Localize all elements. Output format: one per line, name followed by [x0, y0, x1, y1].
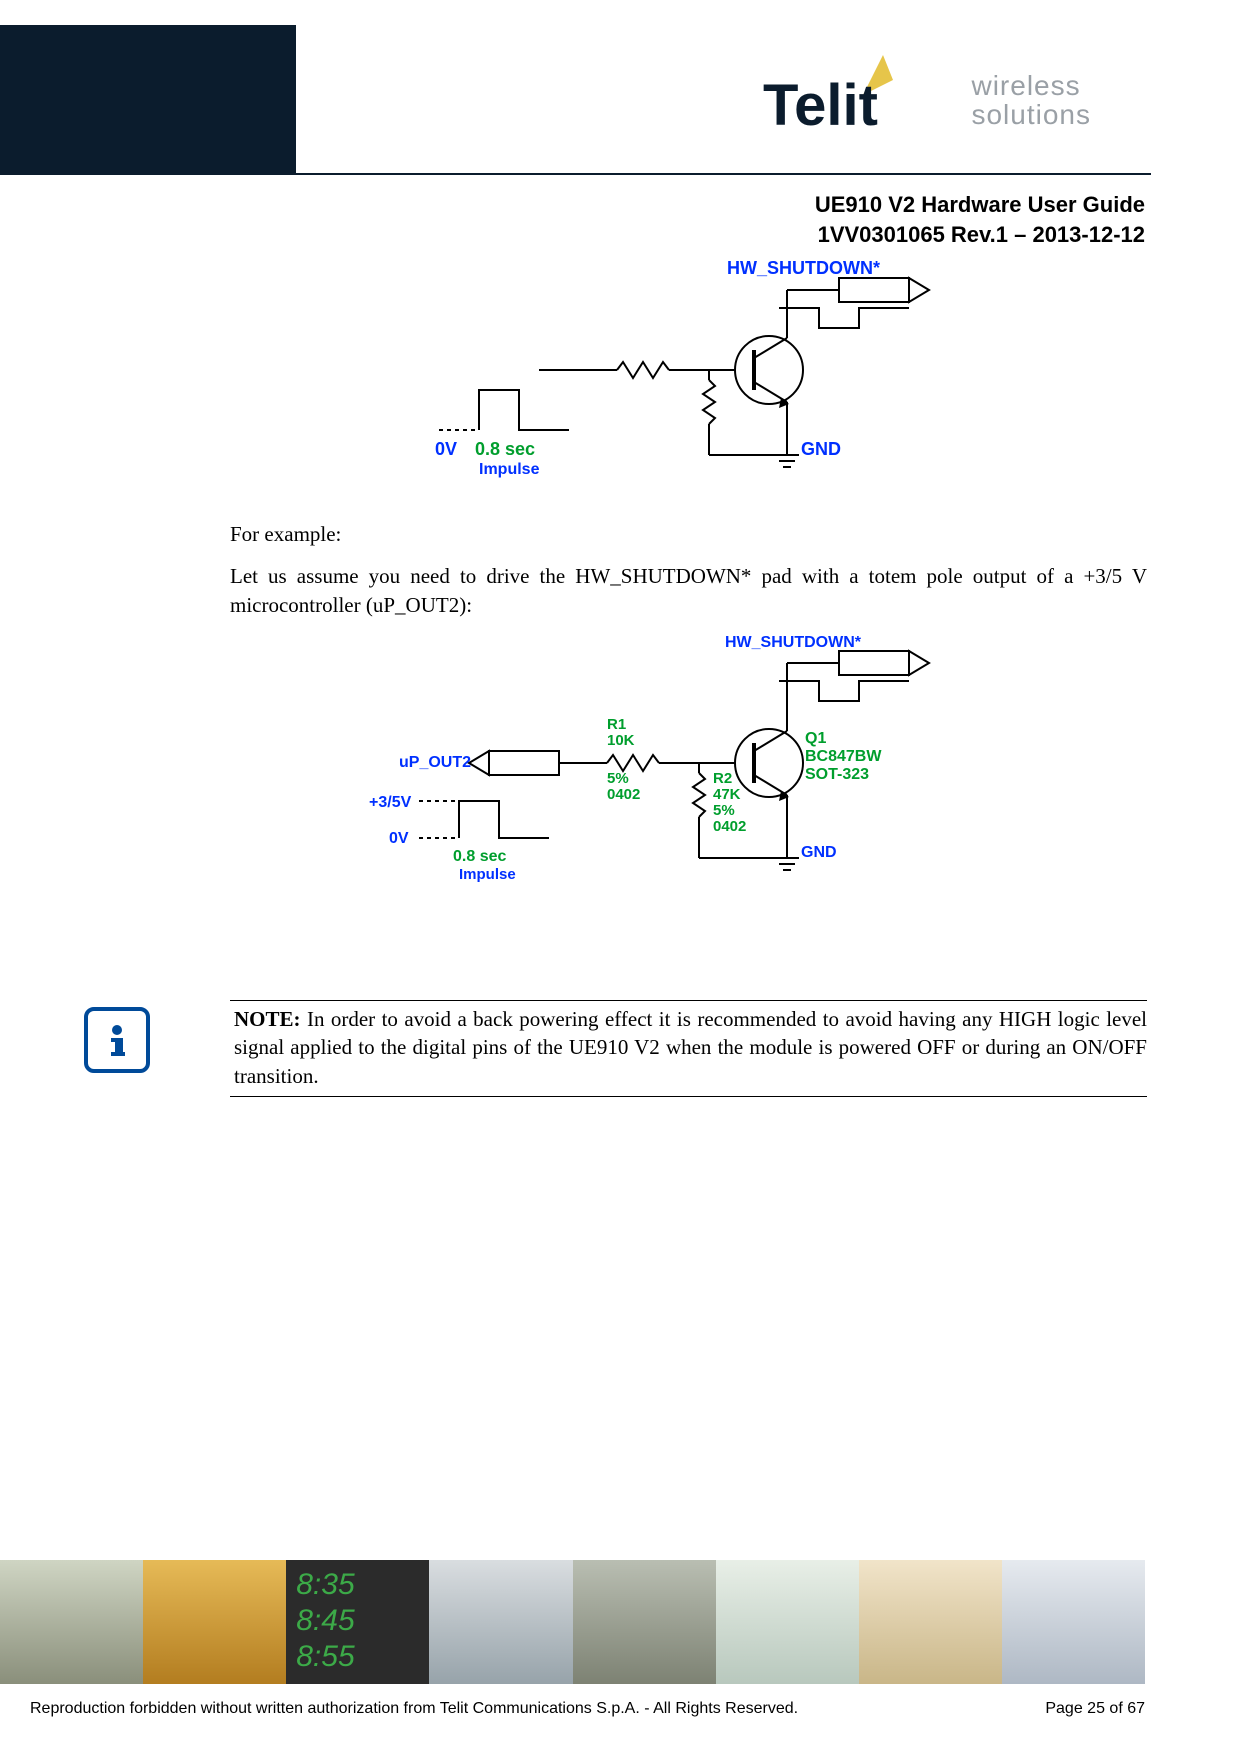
note-text: NOTE: In order to avoid a back powering …	[234, 1001, 1147, 1090]
footer-tile	[859, 1560, 1002, 1684]
d2-r1-val: 10K	[607, 732, 635, 749]
d2-q1-part: BC847BW	[805, 748, 882, 765]
doc-title-line1: UE910 V2 Hardware User Guide	[815, 190, 1145, 220]
d2-q1-pkg: SOT-323	[805, 766, 869, 783]
d2-r2-name: R2	[713, 770, 732, 787]
d2-q1-name: Q1	[805, 730, 826, 747]
brand-tagline: wireless solutions	[971, 71, 1091, 130]
d1-pulse-sub: Impulse	[479, 461, 540, 478]
note-block: NOTE: In order to avoid a back powering …	[84, 1000, 1147, 1097]
d2-r2-tol: 5%	[713, 802, 735, 819]
header-rule	[296, 173, 1151, 175]
footer-tile	[716, 1560, 859, 1684]
note-rule-bottom	[230, 1096, 1147, 1097]
d2-r2-pkg: 0402	[713, 818, 746, 835]
d1-0v: 0V	[435, 439, 457, 459]
brand-sub2: solutions	[971, 99, 1091, 130]
strip-time-b: 8:45	[296, 1604, 354, 1638]
strip-time-a: 8:35	[296, 1568, 354, 1602]
doc-title: UE910 V2 Hardware User Guide 1VV0301065 …	[815, 190, 1145, 249]
para-assume: Let us assume you need to drive the HW_S…	[230, 562, 1147, 619]
note-body: In order to avoid a back powering effect…	[234, 1007, 1147, 1088]
d2-up-label: uP_OUT2	[399, 754, 471, 771]
telit-logo-icon: Telit	[763, 55, 953, 145]
footer-page: Page 25 of 67	[1045, 1700, 1145, 1718]
info-icon	[84, 1007, 150, 1073]
page-content: HW_SHUTDOWN* GND 0V 0.8 sec Impulse For …	[230, 260, 1147, 923]
brand-logo: Telit wireless solutions	[763, 55, 1091, 145]
footer-text-row: Reproduction forbidden without written a…	[30, 1700, 1145, 1718]
d2-r1-name: R1	[607, 716, 626, 733]
para-for-example: For example:	[230, 520, 1147, 548]
d1-gnd-label: GND	[801, 439, 841, 459]
footer-tile	[573, 1560, 716, 1684]
footer-tile	[143, 1560, 286, 1684]
d2-gnd-label: GND	[801, 844, 837, 861]
diagram-hw-shutdown-basic: HW_SHUTDOWN* GND 0V 0.8 sec Impulse	[409, 260, 969, 490]
d2-hw-label: HW_SHUTDOWN*	[725, 634, 862, 651]
d2-pulse-sub: Impulse	[459, 866, 516, 883]
d2-r1-pkg: 0402	[607, 786, 640, 803]
strip-time-c: 8:55	[296, 1640, 354, 1674]
footer-tile: 8:35 8:45 8:55	[286, 1560, 429, 1684]
footer-tile	[429, 1560, 572, 1684]
doc-title-line2: 1VV0301065 Rev.1 – 2013-12-12	[815, 220, 1145, 250]
d2-0v: 0V	[389, 830, 409, 847]
footer-copyright: Reproduction forbidden without written a…	[30, 1700, 798, 1718]
svg-text:Telit: Telit	[763, 73, 878, 138]
d2-r2-val: 47K	[713, 786, 741, 803]
footer-tile	[1002, 1560, 1145, 1684]
note-label: NOTE:	[234, 1007, 301, 1031]
d1-pulse-time: 0.8 sec	[475, 439, 535, 459]
d2-r1-tol: 5%	[607, 770, 629, 787]
header-left-bar	[0, 25, 296, 175]
footer-tile	[0, 1560, 143, 1684]
d2-pulse-time: 0.8 sec	[453, 848, 506, 865]
d1-hw-label: HW_SHUTDOWN*	[727, 260, 880, 278]
footer-image-strip: 8:35 8:45 8:55	[0, 1560, 1145, 1684]
diagram-hw-shutdown-detailed: Q1 BC847BW SOT-323 HW_SHUTDOWN* GND R2 4…	[369, 633, 1009, 893]
brand-sub1: wireless	[971, 70, 1080, 101]
d2-vhi: +3/5V	[369, 794, 412, 811]
